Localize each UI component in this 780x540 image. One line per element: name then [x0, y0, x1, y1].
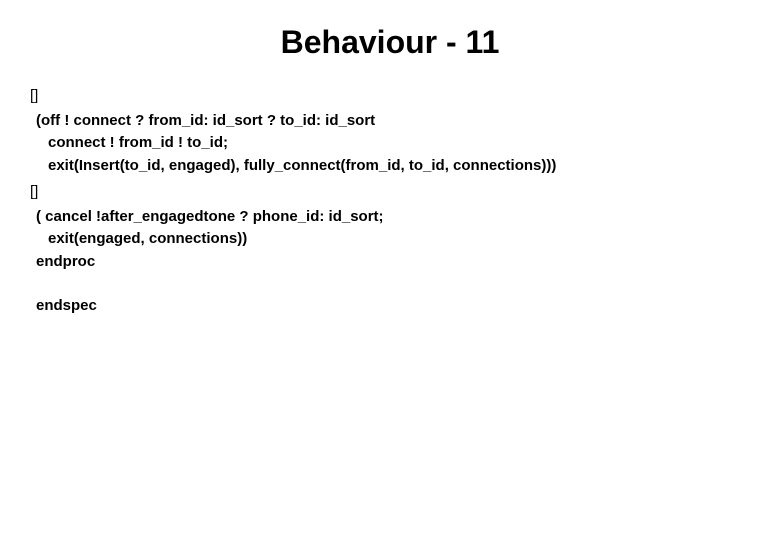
endspec-line: endspec — [30, 295, 750, 318]
code-line: (off ! connect ? from_id: id_sort ? to_i… — [30, 110, 750, 133]
choice-marker-1: [] — [30, 85, 750, 108]
code-line: endproc — [30, 251, 750, 274]
code-block-2: ( cancel !after_engagedtone ? phone_id: … — [30, 206, 750, 274]
content-body: [] (off ! connect ? from_id: id_sort ? t… — [30, 85, 750, 318]
code-line: exit(engaged, connections)) — [30, 228, 750, 251]
code-line: connect ! from_id ! to_id; — [30, 132, 750, 155]
code-line: ( cancel !after_engagedtone ? phone_id: … — [30, 206, 750, 229]
page-title: Behaviour - 11 — [30, 24, 750, 61]
choice-marker-2: [] — [30, 181, 750, 204]
slide-container: Behaviour - 11 [] (off ! connect ? from_… — [0, 0, 780, 338]
code-line: exit(Insert(to_id, engaged), fully_conne… — [30, 155, 750, 178]
code-block-1: (off ! connect ? from_id: id_sort ? to_i… — [30, 110, 750, 178]
